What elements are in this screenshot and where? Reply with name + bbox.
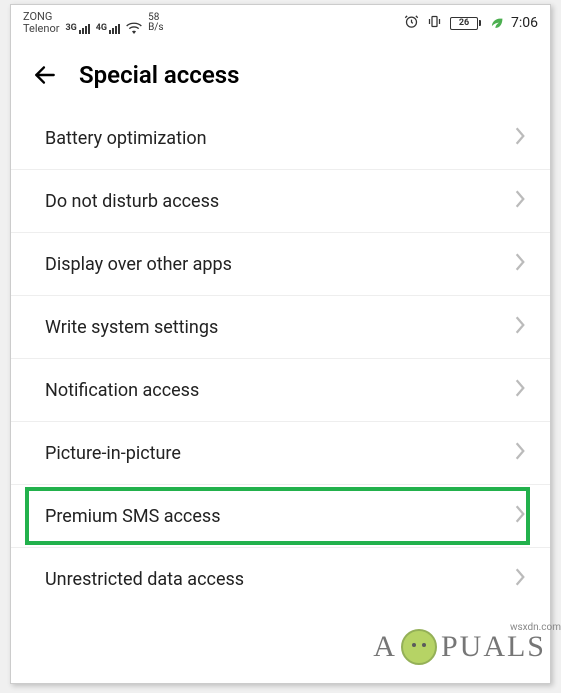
item-display-over-other-apps[interactable]: Display over other apps bbox=[11, 233, 550, 296]
carrier-labels: ZONG Telenor bbox=[23, 11, 59, 35]
settings-list: Battery optimization Do not disturb acce… bbox=[11, 107, 550, 610]
item-premium-sms-access[interactable]: Premium SMS access bbox=[11, 485, 550, 548]
wifi-icon bbox=[126, 22, 142, 34]
chevron-right-icon bbox=[514, 189, 526, 213]
arrow-left-icon bbox=[32, 62, 58, 88]
chevron-right-icon bbox=[514, 441, 526, 465]
item-label: Unrestricted data access bbox=[45, 569, 244, 590]
item-notification-access[interactable]: Notification access bbox=[11, 359, 550, 422]
item-label: Notification access bbox=[45, 380, 199, 401]
net-label-4g: 4G bbox=[96, 24, 107, 34]
chevron-right-icon bbox=[514, 567, 526, 591]
signal-group: 3G 4G bbox=[65, 13, 163, 34]
item-picture-in-picture[interactable]: Picture-in-picture bbox=[11, 422, 550, 485]
item-write-system-settings[interactable]: Write system settings bbox=[11, 296, 550, 359]
chevron-right-icon bbox=[514, 252, 526, 276]
item-battery-optimization[interactable]: Battery optimization bbox=[11, 107, 550, 170]
signal-bars-icon bbox=[109, 24, 120, 34]
watermark-prefix: A bbox=[373, 630, 397, 664]
status-left: ZONG Telenor 3G 4G bbox=[23, 11, 164, 35]
signal-bars-icon bbox=[79, 24, 90, 34]
signal-4g: 4G bbox=[96, 24, 120, 34]
item-label: Picture-in-picture bbox=[45, 443, 181, 464]
app-header: Special access bbox=[11, 39, 550, 107]
status-bar: ZONG Telenor 3G 4G bbox=[11, 5, 550, 39]
phone-screen: ZONG Telenor 3G 4G bbox=[10, 4, 551, 684]
back-button[interactable] bbox=[31, 61, 59, 89]
chevron-right-icon bbox=[514, 378, 526, 402]
net-label-3g: 3G bbox=[65, 24, 76, 34]
item-label: Battery optimization bbox=[45, 128, 207, 149]
alarm-icon bbox=[404, 14, 419, 32]
battery-indicator: 26 bbox=[450, 17, 481, 30]
item-label: Premium SMS access bbox=[45, 506, 220, 527]
side-watermark: wsxdn.com bbox=[510, 622, 561, 633]
watermark-logo: A PUALS bbox=[373, 629, 546, 665]
carrier-2: Telenor bbox=[23, 23, 59, 35]
watermark-suffix: PUALS bbox=[441, 630, 546, 664]
leaf-icon bbox=[489, 14, 503, 32]
speed-unit: B/s bbox=[148, 23, 164, 34]
item-label: Do not disturb access bbox=[45, 191, 219, 212]
item-label: Write system settings bbox=[45, 317, 218, 338]
chevron-right-icon bbox=[514, 126, 526, 150]
clock-time: 7:06 bbox=[511, 15, 538, 31]
chevron-right-icon bbox=[514, 504, 526, 528]
battery-percentage: 26 bbox=[459, 18, 469, 28]
item-label: Display over other apps bbox=[45, 254, 232, 275]
page-title: Special access bbox=[79, 61, 239, 89]
network-speed: 58 B/s bbox=[148, 13, 164, 34]
vibrate-icon bbox=[427, 14, 442, 32]
chevron-right-icon bbox=[514, 315, 526, 339]
signal-3g: 3G bbox=[65, 24, 89, 34]
item-do-not-disturb-access[interactable]: Do not disturb access bbox=[11, 170, 550, 233]
status-right: 26 7:06 bbox=[404, 14, 538, 32]
watermark-face-icon bbox=[401, 629, 437, 665]
battery-icon: 26 bbox=[450, 17, 478, 30]
item-unrestricted-data-access[interactable]: Unrestricted data access bbox=[11, 548, 550, 610]
